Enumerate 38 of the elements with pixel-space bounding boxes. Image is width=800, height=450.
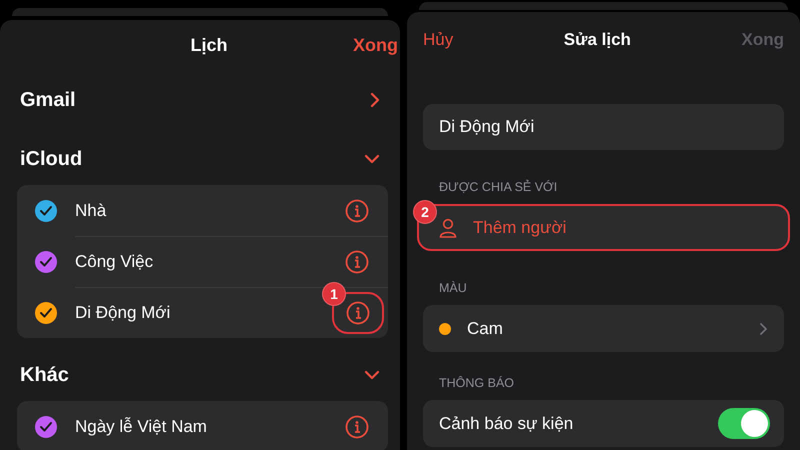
section-header: ĐƯỢC CHIA SẺ VỚI <box>439 180 558 196</box>
calendar-checkbox[interactable] <box>35 200 57 222</box>
info-icon[interactable] <box>345 198 369 222</box>
calendar-checkbox[interactable] <box>35 416 57 438</box>
section-header: MÀU <box>439 281 468 297</box>
step-badge: 2 <box>413 200 437 224</box>
screen-title: Sửa lịch <box>564 30 631 50</box>
step-badge: 1 <box>322 282 346 306</box>
account-heading: Gmail <box>20 88 76 112</box>
screen-title: Lịch <box>190 34 228 56</box>
info-icon[interactable] <box>345 250 369 274</box>
calendar-name: Di Động Mới <box>75 302 172 322</box>
color-name: Cam <box>467 318 504 338</box>
calendar-name: Nhà <box>75 200 108 220</box>
checkmark-icon <box>39 204 53 216</box>
checkmark-icon <box>39 306 53 318</box>
checkmark-icon <box>39 420 53 432</box>
toggle-switch[interactable] <box>718 408 770 439</box>
calendar-checkbox[interactable] <box>35 250 57 272</box>
cancel-button[interactable]: Hủy <box>423 30 454 50</box>
done-button[interactable]: Xong <box>353 34 398 56</box>
calendar-name: Ngày lễ Việt Nam <box>75 416 208 436</box>
chevron-down-icon[interactable] <box>364 370 380 380</box>
chevron-right-icon[interactable] <box>370 92 380 108</box>
chevron-down-icon[interactable] <box>364 154 380 164</box>
account-heading: Khác <box>20 364 69 386</box>
section-header: THÔNG BÁO <box>439 376 516 392</box>
info-icon[interactable] <box>345 414 369 438</box>
calendar-checkbox[interactable] <box>35 302 57 324</box>
color-row[interactable]: Cam <box>423 305 784 352</box>
info-icon[interactable] <box>346 300 370 324</box>
checkmark-icon <box>39 256 53 268</box>
calendar-name-field[interactable]: Di Động Mới <box>423 104 784 150</box>
calendar-name: Công Việc <box>75 252 154 272</box>
chevron-right-icon <box>759 322 768 336</box>
account-heading: iCloud <box>20 148 82 170</box>
person-icon <box>439 218 457 238</box>
setting-label: Cảnh báo sự kiện <box>439 414 574 434</box>
